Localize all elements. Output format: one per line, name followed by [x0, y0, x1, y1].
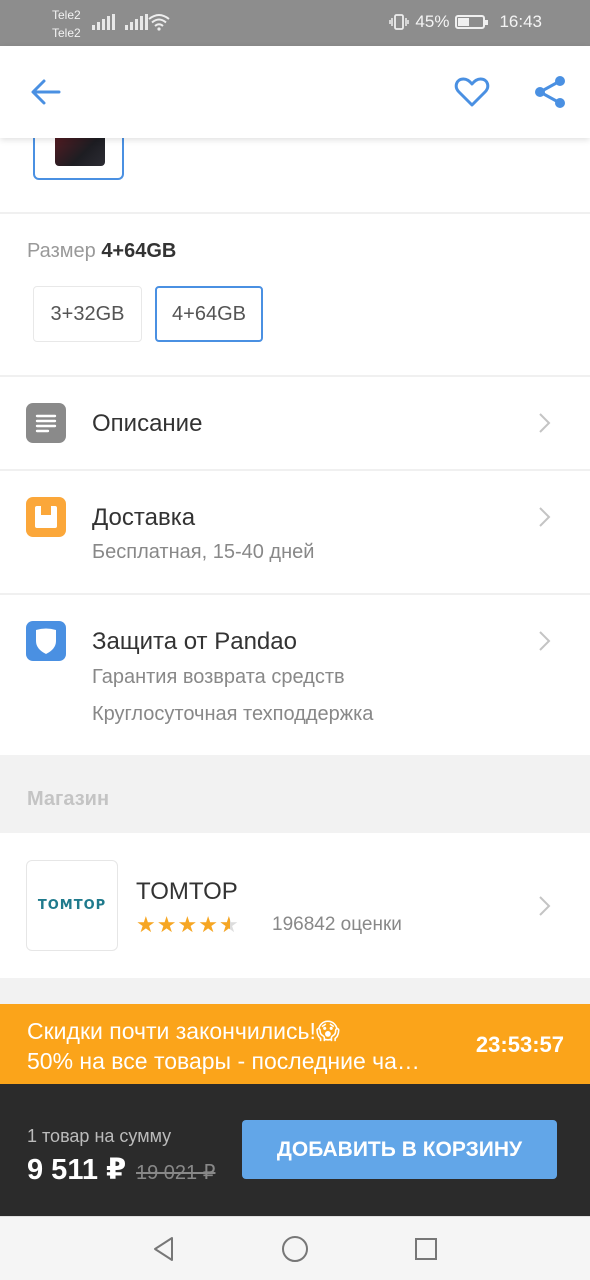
protection-support: Круглосуточная техподдержка — [92, 703, 374, 725]
shop-name[interactable]: TOMTOP — [136, 878, 238, 906]
battery-fill — [458, 18, 470, 26]
protection-title: Защита от Pandao — [92, 628, 297, 655]
size-option-3-32[interactable]: 3+32GB — [33, 286, 142, 342]
battery-percent: 45% — [415, 12, 450, 31]
protection-refund: Гарантия возврата средств — [92, 666, 345, 688]
description-row[interactable]: Описание — [0, 377, 590, 469]
back-button[interactable] — [24, 70, 68, 114]
chevron-right-icon — [539, 896, 551, 916]
box-icon — [26, 497, 66, 537]
document-icon — [26, 403, 66, 443]
shop-reviews-count: 196842 оценки — [272, 914, 402, 935]
triangle-back-icon — [154, 1237, 173, 1261]
size-option-4-64[interactable]: 4+64GB — [155, 286, 263, 342]
shop-logo[interactable]: TOMTOP — [26, 860, 118, 951]
clock: 16:43 — [499, 12, 542, 31]
size-label: Размер 4+64GB — [27, 240, 176, 263]
chevron-right-icon — [539, 413, 551, 433]
protection-row[interactable]: Защита от Pandao Гарантия возврата средс… — [0, 595, 590, 755]
share-icon — [535, 76, 565, 108]
shop-rating-stars: ★★★★★ — [136, 912, 240, 938]
wifi-icon — [148, 14, 170, 31]
app-header — [0, 46, 590, 138]
old-price: 19 021 ₽ — [136, 1162, 216, 1184]
current-price: 9 511 ₽ — [27, 1154, 127, 1186]
promo-banner[interactable]: Скидки почти закончились!😱 50% на все то… — [0, 1004, 590, 1084]
checkout-bar: 1 товар на сумму 9 511 ₽ 19 021 ₽ ДОБАВИ… — [0, 1084, 590, 1216]
arrow-left-icon — [31, 79, 61, 105]
circle-home-icon — [282, 1236, 308, 1262]
star-icon: ★ — [156, 912, 178, 937]
favorite-button[interactable] — [450, 70, 494, 114]
chevron-right-icon — [539, 631, 551, 651]
star-half-icon: ★ — [219, 912, 240, 938]
promo-subline: 50% на все товары - последние часы! — [27, 1048, 427, 1074]
chevron-right-icon — [539, 507, 551, 527]
delivery-subtitle: Бесплатная, 15-40 дней — [92, 541, 315, 563]
signal-icon — [92, 14, 115, 30]
shop-logo-text: TOMTOP — [37, 898, 107, 913]
promo-headline: Скидки почти закончились!😱 — [27, 1018, 340, 1044]
section-spacer — [0, 978, 590, 1004]
nav-back-button[interactable] — [146, 1231, 182, 1267]
nav-recents-button[interactable] — [408, 1231, 444, 1267]
description-title: Описание — [92, 410, 203, 437]
add-to-cart-button[interactable]: ДОБАВИТЬ В КОРЗИНУ — [242, 1120, 557, 1179]
vibrate-icon — [389, 14, 410, 30]
shop-section-label: Магазин — [27, 788, 110, 810]
heart-icon — [454, 77, 490, 107]
carrier-label-2: Tele2 — [52, 26, 81, 40]
promo-countdown: 23:53:57 — [475, 1032, 564, 1057]
star-icon: ★ — [136, 912, 157, 937]
size-label-text: Размер — [27, 240, 96, 262]
status-right: 45% 16:43 — [389, 12, 542, 32]
divider — [0, 212, 590, 214]
shield-icon — [26, 621, 66, 661]
star-icon: ★ — [177, 912, 199, 937]
signal-icon — [125, 14, 148, 30]
delivery-title: Доставка — [92, 504, 196, 531]
delivery-row[interactable]: Доставка Бесплатная, 15-40 дней — [0, 471, 590, 593]
carrier-label-1: Tele2 — [52, 8, 81, 22]
square-recents-icon — [415, 1238, 437, 1260]
star-icon: ★ — [198, 912, 219, 937]
nav-home-button[interactable] — [277, 1231, 313, 1267]
system-nav-bar — [0, 1216, 590, 1280]
battery-icon — [455, 15, 489, 29]
sum-label: 1 товар на сумму — [27, 1126, 172, 1146]
status-bar: Tele2 Tele2 45% 16:43 — [0, 0, 590, 46]
size-selected-value: 4+64GB — [101, 240, 177, 262]
share-button[interactable] — [528, 70, 572, 114]
